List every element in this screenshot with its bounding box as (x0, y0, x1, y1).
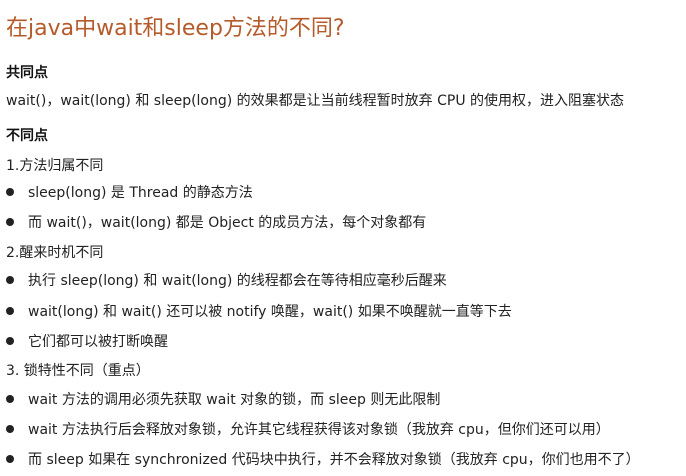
list-item-text: wait 方法的调用必须先获取 wait 对象的锁，而 sleep 则无此限制 (28, 392, 441, 408)
list-item-text: wait 方法执行后会释放对象锁，允许其它线程获得该对象锁（我放弃 cpu，但你… (28, 422, 610, 438)
bullet-icon (6, 455, 14, 463)
page-title: 在java中wait和sleep方法的不同? (6, 16, 345, 41)
bullet-icon (6, 188, 14, 196)
list-item: 它们都可以被打断唤醒 (6, 331, 168, 351)
list-item-text: 执行 sleep(long) 和 wait(long) 的线程都会在等待相应毫秒… (28, 273, 447, 289)
list-item: wait 方法执行后会释放对象锁，允许其它线程获得该对象锁（我放弃 cpu，但你… (6, 419, 610, 439)
list-item-text: 它们都可以被打断唤醒 (28, 334, 168, 350)
bullet-icon (6, 425, 14, 433)
bullet-icon (6, 395, 14, 403)
section-1-title: 1.方法归属不同 (6, 158, 104, 174)
list-item-text: sleep(long) 是 Thread 的静态方法 (28, 185, 253, 201)
common-text: wait()，wait(long) 和 sleep(long) 的效果都是让当前… (6, 93, 625, 109)
diff-heading: 不同点 (6, 128, 48, 144)
bullet-icon (6, 307, 14, 315)
list-item: 而 sleep 如果在 synchronized 代码块中执行，并不会释放对象锁… (6, 449, 640, 469)
list-item: 执行 sleep(long) 和 wait(long) 的线程都会在等待相应毫秒… (6, 270, 447, 290)
bullet-icon (6, 337, 14, 345)
common-heading: 共同点 (6, 65, 48, 81)
list-item: 而 wait()，wait(long) 都是 Object 的成员方法，每个对象… (6, 212, 426, 232)
section-2-title: 2.醒来时机不同 (6, 245, 104, 261)
list-item: wait 方法的调用必须先获取 wait 对象的锁，而 sleep 则无此限制 (6, 389, 440, 409)
list-item-text: 而 wait()，wait(long) 都是 Object 的成员方法，每个对象… (28, 215, 427, 231)
bullet-icon (6, 218, 14, 226)
list-item-text: 而 sleep 如果在 synchronized 代码块中执行，并不会释放对象锁… (28, 452, 640, 468)
list-item: wait(long) 和 wait() 还可以被 notify 唤醒，wait(… (6, 301, 512, 321)
section-3-title: 3. 锁特性不同（重点） (6, 363, 150, 379)
bullet-icon (6, 276, 14, 284)
list-item-text: wait(long) 和 wait() 还可以被 notify 唤醒，wait(… (28, 304, 512, 320)
list-item: sleep(long) 是 Thread 的静态方法 (6, 182, 253, 202)
